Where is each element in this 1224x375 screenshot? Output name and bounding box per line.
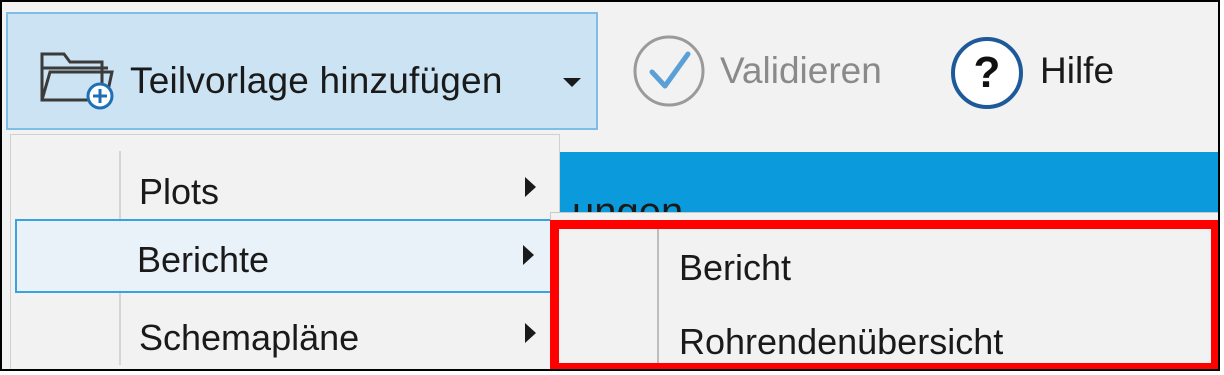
svg-text:?: ? xyxy=(974,48,1001,97)
chevron-down-icon[interactable] xyxy=(563,78,581,87)
app-window: Teilvorlage hinzufügen Validieren ? Hilf… xyxy=(0,0,1220,371)
dropdown-menu: Plots Berichte Schemapläne xyxy=(10,134,560,369)
submenu-item-label: Bericht xyxy=(679,247,792,288)
chevron-right-icon xyxy=(525,177,536,197)
menu-item-label: Berichte xyxy=(137,239,270,280)
background-header-band: ungen xyxy=(560,152,1218,214)
submenu-item-rohrendenuebersicht[interactable]: Rohrendenübersicht xyxy=(551,297,1211,369)
submenu-item-label: Rohrendenübersicht xyxy=(679,321,1004,362)
add-subtemplate-label: Teilvorlage hinzufügen xyxy=(130,60,503,101)
toolbar: Teilvorlage hinzufügen Validieren ? Hilf… xyxy=(2,2,1218,134)
menu-item-label: Schemapläne xyxy=(139,317,360,358)
submenu-item-bericht[interactable]: Bericht xyxy=(551,223,1211,297)
submenu-berichte: Bericht Rohrendenübersicht xyxy=(550,212,1218,369)
menu-item-berichte[interactable]: Berichte xyxy=(15,219,555,293)
chevron-right-icon xyxy=(523,245,534,265)
chevron-right-icon xyxy=(525,323,536,343)
add-subtemplate-button[interactable]: Teilvorlage hinzufügen xyxy=(6,12,598,130)
checkmark-circle-icon xyxy=(633,35,705,107)
menu-item-label: Plots xyxy=(139,171,220,212)
folder-add-icon xyxy=(40,52,114,110)
validate-label: Validieren xyxy=(720,50,882,91)
help-label: Hilfe xyxy=(1040,50,1115,91)
background-header-text: ungen xyxy=(572,190,684,214)
menu-item-plots[interactable]: Plots xyxy=(17,151,555,225)
menu-item-schemaplaene[interactable]: Schemapläne xyxy=(17,297,555,369)
question-circle-icon: ? xyxy=(951,37,1023,109)
